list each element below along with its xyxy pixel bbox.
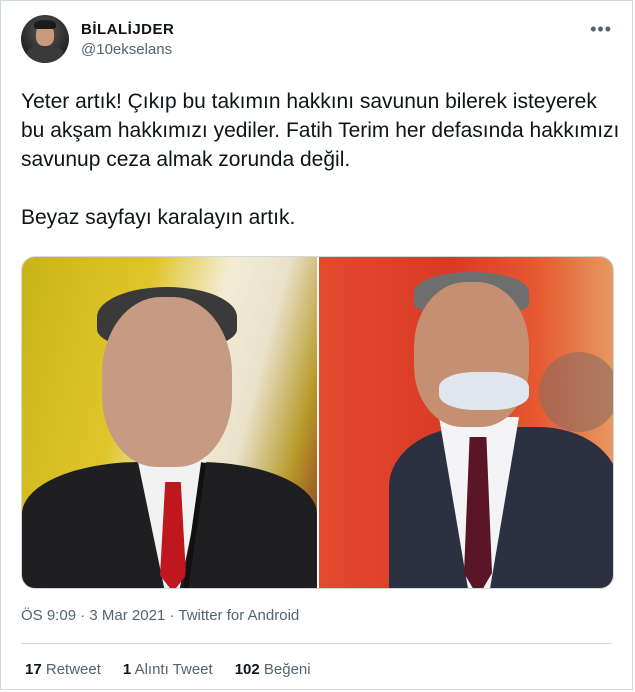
tweet-text: Yeter artık! Çıkıp bu takımın hakkını sa… — [21, 87, 621, 232]
retweets-count: 17 — [25, 661, 42, 678]
tweet-date[interactable]: 3 Mar 2021 — [89, 607, 165, 624]
author-names: BİLALİJDER @10ekselans — [81, 21, 174, 58]
media-photo-left[interactable] — [22, 257, 319, 588]
meta-separator: · — [80, 607, 86, 624]
media-photo-right[interactable] — [319, 257, 613, 588]
tweet-paragraph: Yeter artık! Çıkıp bu takımın hakkını sa… — [21, 90, 620, 171]
tweet-header: BİLALİJDER @10ekselans — [21, 15, 174, 63]
retweets-label: Retweet — [45, 661, 101, 678]
tweet-paragraph: Beyaz sayfayı karalayın artık. — [21, 206, 296, 229]
display-name[interactable]: BİLALİJDER — [81, 21, 174, 38]
tweet-time[interactable]: ÖS 9:09 — [21, 607, 76, 624]
likes-stat[interactable]: 102 Beğeni — [235, 661, 311, 678]
tweet-source[interactable]: Twitter for Android — [178, 607, 299, 624]
meta-separator: · — [169, 607, 175, 624]
likes-label: Beğeni — [263, 661, 311, 678]
divider — [21, 643, 612, 644]
retweets-stat[interactable]: 17 Retweet — [25, 661, 101, 678]
user-handle[interactable]: @10ekselans — [81, 41, 174, 58]
tweet-stats: 17 Retweet 1 Alıntı Tweet 102 Beğeni — [25, 661, 333, 678]
tweet-media — [21, 256, 614, 589]
tweet-meta: ÖS 9:09 · 3 Mar 2021 · Twitter for Andro… — [21, 607, 299, 624]
tweet-card: BİLALİJDER @10ekselans ••• Yeter artık! … — [0, 0, 633, 690]
likes-count: 102 — [234, 661, 260, 678]
quotes-stat[interactable]: 1 Alıntı Tweet — [123, 661, 213, 678]
avatar[interactable] — [21, 15, 69, 63]
quotes-count: 1 — [122, 661, 132, 678]
more-icon[interactable]: ••• — [590, 19, 612, 40]
quotes-label: Alıntı Tweet — [134, 661, 213, 678]
